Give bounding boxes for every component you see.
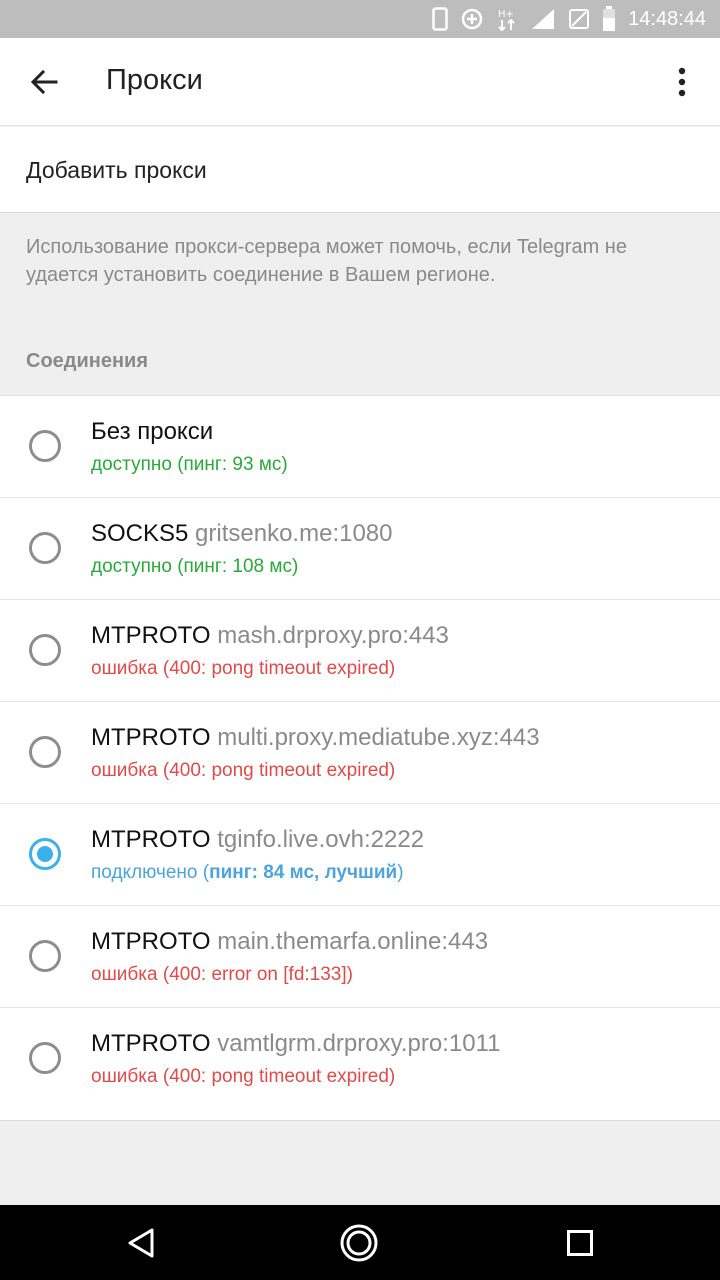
- status-prefix: подключено (: [91, 862, 210, 883]
- proxy-type: MTPROTO: [91, 928, 211, 955]
- nav-back-button[interactable]: [119, 1221, 163, 1265]
- signal-icon: [530, 7, 556, 31]
- info-text: Использование прокси-сервера может помоч…: [26, 236, 627, 286]
- proxy-item[interactable]: Без прокси доступно (пинг: 93 мс): [0, 396, 720, 498]
- back-triangle-icon: [128, 1228, 154, 1258]
- proxy-status: доступно (пинг: 108 мс): [91, 556, 299, 577]
- svg-text:H+: H+: [498, 9, 514, 20]
- network-arrows-icon: H+: [496, 6, 518, 32]
- proxy-item[interactable]: MTPROTO multi.proxy.mediatube.xyz:443 ош…: [0, 702, 720, 804]
- recents-square-icon: [567, 1230, 593, 1256]
- proxy-type: MTPROTO: [91, 1030, 211, 1057]
- add-proxy-label: Добавить прокси: [26, 157, 207, 183]
- nav-recents-button[interactable]: [558, 1221, 602, 1265]
- add-proxy-row[interactable]: Добавить прокси: [0, 127, 720, 213]
- proxy-item[interactable]: MTPROTO mash.drproxy.pro:443 ошибка (400…: [0, 600, 720, 702]
- proxy-item-selected[interactable]: MTPROTO tginfo.live.ovh:2222 подключено …: [0, 804, 720, 906]
- proxy-type: MTPROTO: [91, 826, 211, 853]
- radio-button[interactable]: [29, 634, 61, 666]
- proxy-host: mash.drproxy.pro:443: [217, 622, 449, 649]
- proxy-host: tginfo.live.ovh:2222: [217, 826, 425, 853]
- phone-icon: [432, 7, 448, 31]
- status-suffix: ): [397, 862, 404, 883]
- radio-button[interactable]: [29, 430, 61, 462]
- battery-icon: [602, 6, 616, 32]
- proxy-list: Без прокси доступно (пинг: 93 мс) SOCKS5…: [0, 395, 720, 1121]
- home-circle-icon: [340, 1224, 378, 1262]
- proxy-type: Без прокси: [91, 418, 214, 445]
- proxy-item[interactable]: MTPROTO main.themarfa.online:443 ошибка …: [0, 906, 720, 1008]
- proxy-status: ошибка (400: pong timeout expired): [91, 1066, 396, 1087]
- arrow-left-icon: [30, 69, 58, 95]
- page-title: Прокси: [106, 64, 203, 96]
- sim-icon: [568, 8, 590, 30]
- status-time: 14:48:44: [628, 7, 706, 30]
- proxy-status: ошибка (400: error on [fd:133]): [91, 964, 353, 985]
- proxy-host: gritsenko.me:1080: [195, 520, 393, 547]
- proxy-item[interactable]: SOCKS5 gritsenko.me:1080 доступно (пинг:…: [0, 498, 720, 600]
- radio-button[interactable]: [29, 532, 61, 564]
- proxy-status: доступно (пинг: 93 мс): [91, 454, 288, 475]
- proxy-host: main.themarfa.online:443: [217, 928, 489, 955]
- proxy-status: ошибка (400: pong timeout expired): [91, 658, 396, 679]
- nav-home-button[interactable]: [337, 1221, 381, 1265]
- proxy-type: MTPROTO: [91, 622, 211, 649]
- proxy-status: подключено (пинг: 84 мс, лучший): [91, 862, 404, 884]
- proxy-host: vamtlgrm.drproxy.pro:1011: [217, 1030, 501, 1057]
- proxy-item[interactable]: MTPROTO vamtlgrm.drproxy.pro:1011 ошибка…: [0, 1008, 720, 1120]
- radio-button[interactable]: [29, 736, 61, 768]
- data-saver-icon: [460, 7, 484, 31]
- navigation-bar: [0, 1205, 720, 1280]
- more-options-button[interactable]: [664, 60, 700, 104]
- app-bar: Прокси: [0, 38, 720, 126]
- proxy-type: MTPROTO: [91, 724, 211, 751]
- radio-button-checked[interactable]: [29, 838, 61, 870]
- proxy-status: ошибка (400: pong timeout expired): [91, 760, 396, 781]
- proxy-type: SOCKS5: [91, 520, 189, 547]
- radio-button[interactable]: [29, 940, 61, 972]
- back-button[interactable]: [20, 60, 68, 104]
- section-header-connections: Соединения: [26, 350, 149, 372]
- more-vert-icon: [678, 67, 686, 97]
- status-bar: H+ 14:48:44: [0, 0, 720, 38]
- status-ping: пинг: 84 мс, лучший: [209, 862, 398, 883]
- radio-button[interactable]: [29, 1042, 61, 1074]
- proxy-host: multi.proxy.mediatube.xyz:443: [217, 724, 540, 751]
